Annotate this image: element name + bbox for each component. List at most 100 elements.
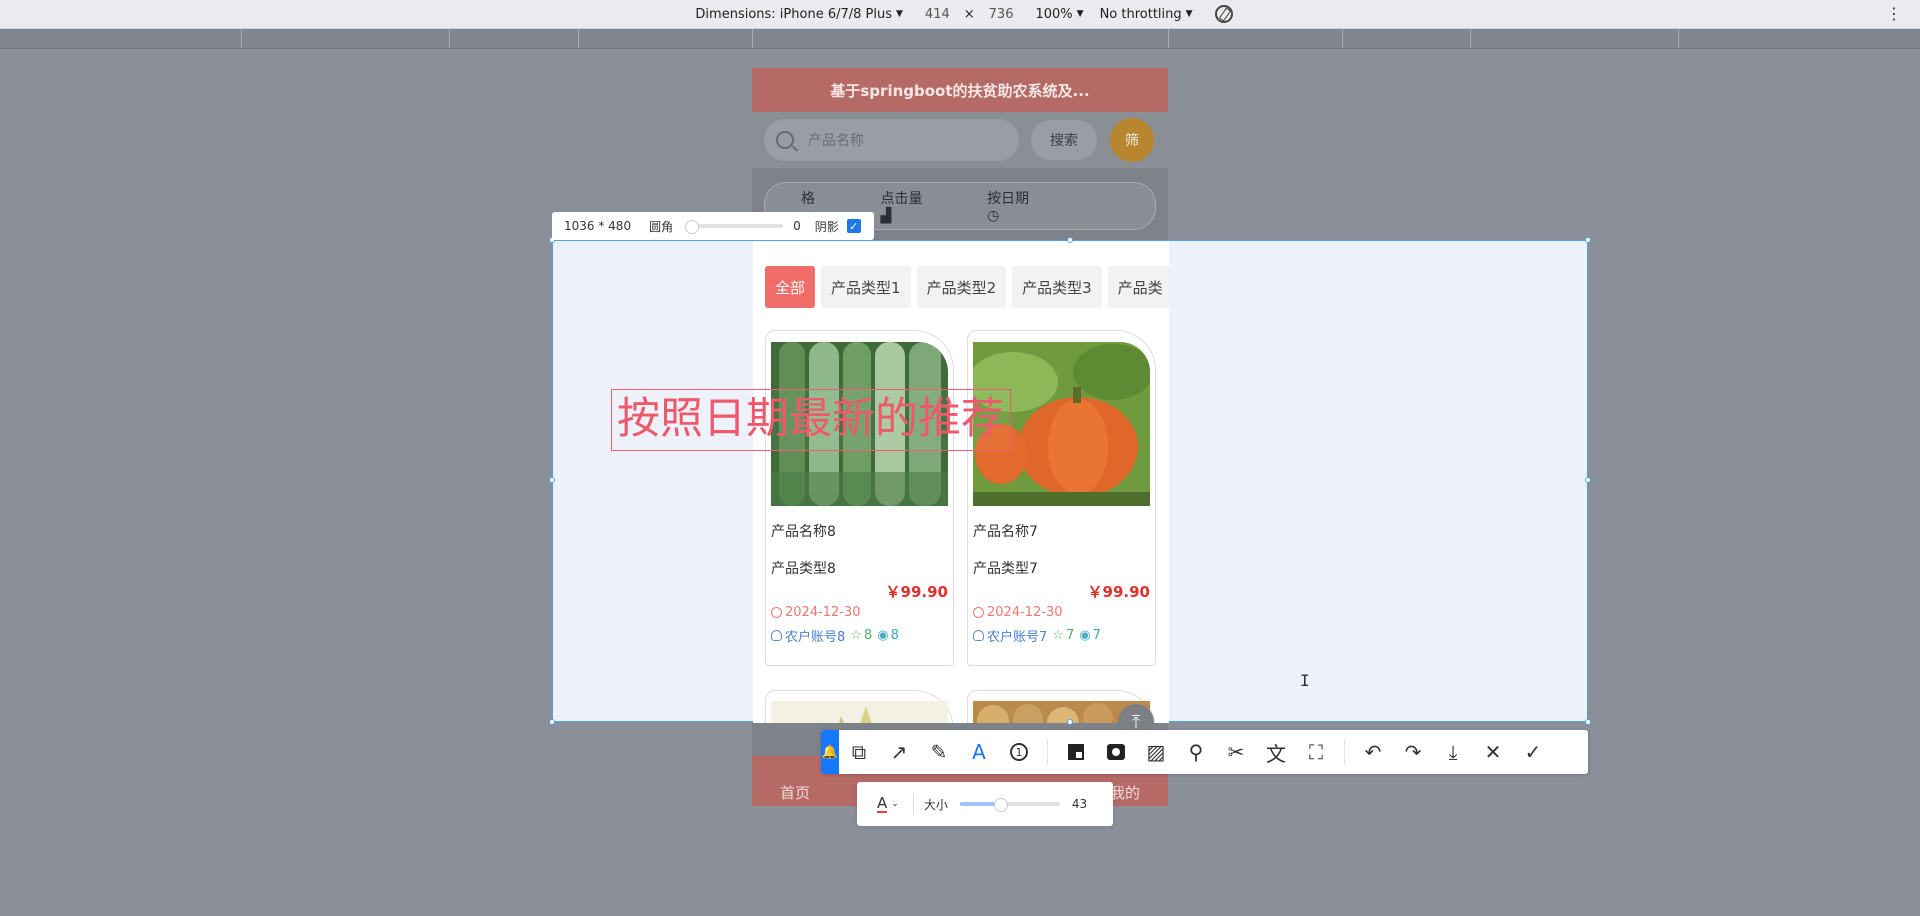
app-header: 基于springboot的扶贫助农系统及... [752,68,1168,112]
search-icon [776,131,794,149]
shape-tool-icon[interactable]: ⧉ [839,730,879,774]
product-name: 产品名称8 [771,524,836,540]
text-style-panel: A ⌄ 大小 43 [857,782,1113,826]
product-date: 2024-12-30 [973,605,1063,620]
clock-icon [771,607,782,618]
font-size-label: 大小 [923,797,948,812]
more-options-icon[interactable]: ⋮ [1886,4,1902,23]
shadow-checkbox[interactable]: ✓ [846,219,861,233]
product-card[interactable] [765,690,954,723]
sort-clicks[interactable]: 点击量▟ [863,188,952,224]
product-card[interactable]: 产品名称7 产品类型7 ￥99.90 2024-12-30 农户账号7 ☆ 7 … [967,330,1156,666]
search-row: 产品名称 搜索 筛 [752,112,1168,168]
product-meta: 农户账号7 ☆ 7 ◉ 7 [973,626,1101,645]
rotate-icon[interactable] [1214,5,1233,23]
favorite-count: 8 [863,628,873,643]
pen-tool-icon[interactable]: ✎ [919,730,959,774]
mosaic-tool-icon[interactable] [1056,730,1096,774]
toolbar-divider [1047,739,1048,765]
filter-button[interactable]: 筛 [1110,118,1154,162]
hatch-tool-icon[interactable]: ▨ [1136,730,1176,774]
throttling-select[interactable]: No throttling ▼ [1100,7,1193,22]
caret-down-icon: ▼ [1076,9,1084,19]
resize-handle[interactable] [1585,719,1591,725]
resize-handle[interactable] [549,477,555,483]
tab-type4[interactable]: 产品类 [1107,266,1169,308]
number-tool-icon[interactable]: 1 [999,730,1039,774]
product-image-corn [771,701,948,723]
tab-type1[interactable]: 产品类型1 [821,266,911,308]
nav-home[interactable]: 首页 [780,782,810,803]
resize-handle[interactable] [1067,237,1073,243]
view-count: 8 [890,628,899,643]
product-price: ￥99.90 [885,583,948,601]
redo-icon[interactable]: ↷ [1393,730,1433,774]
star-icon: ☆ [1052,628,1064,643]
blur-tool-icon[interactable] [1096,730,1136,774]
product-price: ￥99.90 [1087,583,1150,601]
ocr-icon[interactable]: ⛶ [1296,730,1336,774]
nav-mine[interactable]: 我的 [1110,782,1140,803]
annotation-text-box[interactable]: 按照日期最新的推荐 [611,389,1011,451]
zoom-select[interactable]: 100% ▼ [1035,7,1083,22]
confirm-icon[interactable]: ✓ [1513,730,1553,774]
translate-icon[interactable]: 文 [1256,730,1296,774]
capture-selection[interactable]: 全部 产品类型1 产品类型2 产品类型3 产品类 产品名称8 产品类型8 ￥99… [549,237,1591,725]
panel-divider [912,794,914,814]
shadow-label: 阴影 [814,219,839,234]
times-sign: × [963,6,975,22]
scissors-icon[interactable]: ✂ [1216,730,1256,774]
device-select[interactable]: Dimensions: iPhone 6/7/8 Plus ▼ [695,7,903,22]
search-input[interactable]: 产品名称 [764,119,1019,161]
star-icon: ☆ [850,628,862,643]
product-date: 2024-12-30 [771,605,861,620]
devtools-device-toolbar: Dimensions: iPhone 6/7/8 Plus ▼ 414 × 736… [0,0,1920,29]
corner-label: 圆角 [649,219,674,234]
resize-handle[interactable] [1585,237,1591,243]
caret-down-icon: ▼ [1185,9,1193,19]
tab-type3[interactable]: 产品类型3 [1012,266,1102,308]
selection-size-bar: 1036 * 480 圆角 0 阴影 ✓ [552,212,874,240]
font-size-value: 43 [1071,797,1088,811]
category-tabs: 全部 产品类型1 产品类型2 产品类型3 产品类 [765,266,1169,308]
sort-date[interactable]: 按日期◷ [969,188,1059,224]
width-input[interactable]: 414 [925,7,950,22]
search-button[interactable]: 搜索 [1031,120,1097,160]
product-type: 产品类型7 [973,561,1038,577]
font-size-slider[interactable] [959,798,1060,812]
toolbar-divider [1344,739,1345,765]
resize-handle[interactable] [1067,719,1073,725]
text-cursor-icon: I [1300,671,1310,690]
text-tool-icon[interactable]: A [959,730,999,774]
tab-all[interactable]: 全部 [765,266,816,308]
annotation-toolbar: 🔔 ⧉ ↗ ✎ A 1 ▨ ⚲ ✂ 文 ⛶ ↶ ↷ ⤓ ✕ ✓ [821,730,1588,774]
product-type: 产品类型8 [771,561,836,577]
resize-handle[interactable] [549,719,555,725]
arrow-tool-icon[interactable]: ↗ [879,730,919,774]
download-icon[interactable]: ⤓ [1433,730,1473,774]
bar-chart-icon: ▟ [880,208,892,224]
farmer-account: 农户账号8 [785,630,846,645]
tab-type2[interactable]: 产品类型2 [916,266,1007,308]
caret-down-icon[interactable]: ⌄ [891,799,899,809]
eye-icon: ◉ [877,628,889,643]
favorite-count: 7 [1065,628,1075,643]
caret-down-icon: ▼ [896,9,903,19]
clock-icon: ◷ [987,208,1000,224]
view-count: 7 [1092,628,1101,643]
undo-icon[interactable]: ↶ [1353,730,1393,774]
pin-screen-icon[interactable]: ⚲ [1176,730,1216,774]
corner-radius-slider[interactable] [685,220,784,234]
product-card[interactable]: 产品名称8 产品类型8 ￥99.90 2024-12-30 农户账号8 ☆ 8 … [765,330,954,666]
corner-value: 0 [793,219,801,233]
pin-toolbar-icon[interactable]: 🔔 [821,730,839,774]
product-list-area: 全部 产品类型1 产品类型2 产品类型3 产品类 产品名称8 产品类型8 ￥99… [753,241,1169,723]
media-query-ruler [0,29,1920,49]
eye-icon: ◉ [1079,628,1091,643]
resize-handle[interactable] [1585,477,1591,483]
selection-size: 1036 * 480 [564,219,632,233]
user-icon [771,630,782,641]
text-color-picker[interactable]: A [877,795,888,813]
close-icon[interactable]: ✕ [1473,730,1513,774]
height-input[interactable]: 736 [989,7,1014,22]
